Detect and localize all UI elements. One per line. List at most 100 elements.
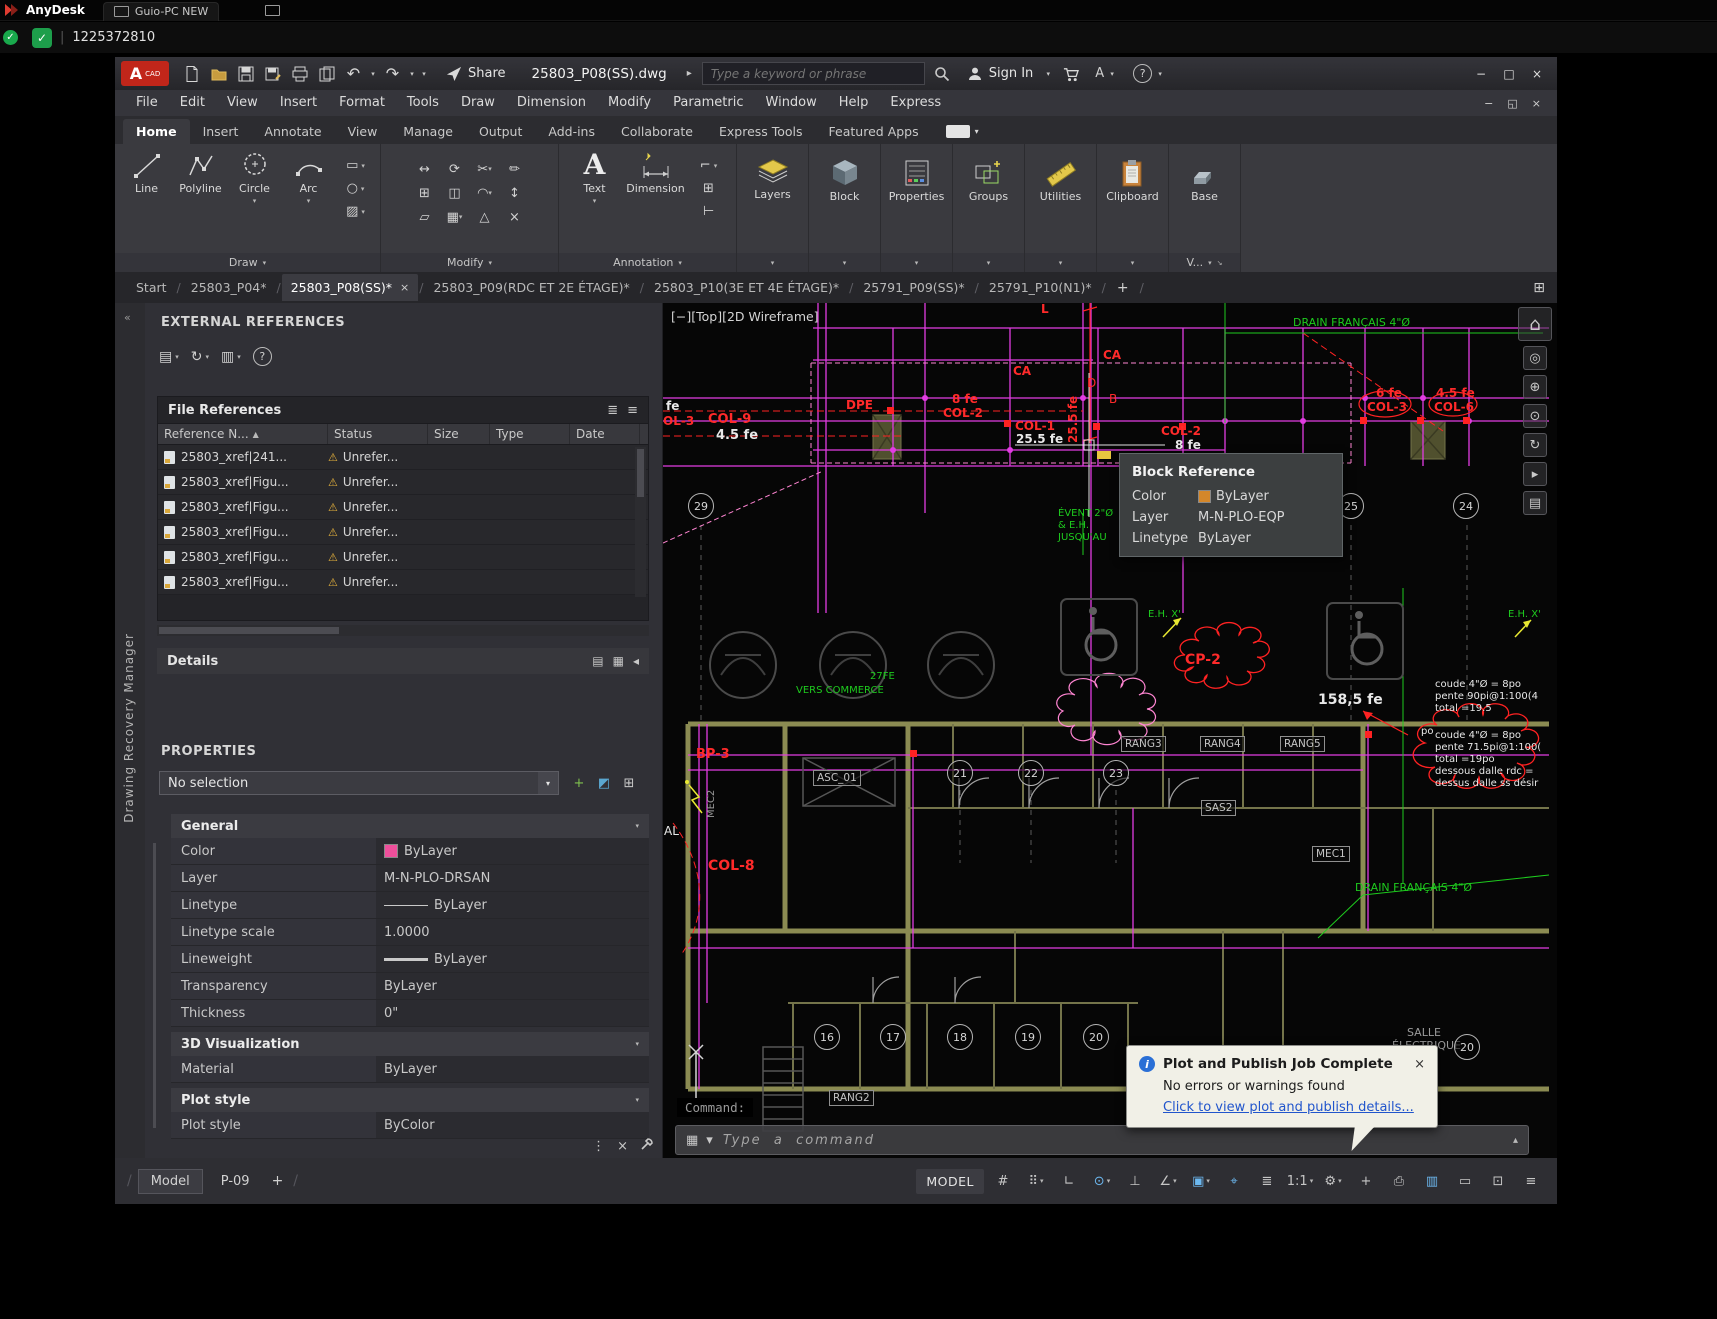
zoom-icon[interactable]: ⊙ xyxy=(1523,404,1547,428)
lineweight-icon[interactable]: ≣ xyxy=(1253,1169,1281,1193)
workspace-switching-icon[interactable]: ⚙▾ xyxy=(1319,1169,1347,1193)
infer-constraints-icon[interactable]: ∟ xyxy=(1055,1169,1083,1193)
app-store-cart-icon[interactable] xyxy=(1062,66,1079,82)
palette-grab-bar[interactable] xyxy=(153,843,156,1128)
graphics-performance-icon[interactable]: ▥ xyxy=(1418,1169,1446,1193)
details-bar[interactable]: Details ▤▦◂ xyxy=(157,648,649,674)
property-row-linetype[interactable]: LinetypeByLayer xyxy=(171,892,649,919)
xref-row[interactable]: 25803_xref|241...⚠Unrefer... xyxy=(158,445,648,470)
room-label-mec1[interactable]: MEC1 xyxy=(1312,846,1350,862)
annotation-coude-4-8po[interactable]: coude 4"Ø = 8po xyxy=(1435,680,1521,691)
new-session-icon[interactable] xyxy=(265,5,280,16)
command-history-icon[interactable]: ▴ xyxy=(1513,1135,1518,1146)
annotation-coude-4-8po[interactable]: coude 4"Ø = 8po xyxy=(1435,731,1521,742)
annotation-vent-2[interactable]: ÉVENT 2"Ø xyxy=(1058,509,1113,520)
doc-restore-button[interactable]: ◱ xyxy=(1507,97,1517,110)
line-tool[interactable]: Line xyxy=(120,150,174,195)
dimension-tool[interactable]: Dimension xyxy=(623,150,689,195)
grid-bubble-19[interactable]: 19 xyxy=(1015,1024,1041,1050)
model-tab[interactable]: Model xyxy=(138,1169,203,1194)
annotation-4-5-fe[interactable]: 4.5 fe xyxy=(1436,387,1475,400)
object-snap-icon[interactable]: ▣▾ xyxy=(1187,1169,1215,1193)
annotation-8-fe[interactable]: 8 fe xyxy=(952,393,978,406)
column-header-type[interactable]: Type xyxy=(490,424,570,444)
command-dropdown-icon[interactable]: ▾ xyxy=(706,1133,713,1148)
drawing-tab-25803-p08-ss[interactable]: 25803_P08(SS)*× xyxy=(282,274,419,301)
annotation-158-5-fe[interactable]: 158,5 fe xyxy=(1318,693,1383,708)
circle-tool[interactable]: Circle ▾ xyxy=(228,150,282,205)
annotation-col-8[interactable]: COL-8 xyxy=(708,859,755,874)
annotation-e-h-x[interactable]: E.H. X' xyxy=(1508,610,1541,621)
snap-mode-icon[interactable]: ⠿▾ xyxy=(1022,1169,1050,1193)
annotation-po[interactable]: po xyxy=(1421,727,1433,738)
xref-row[interactable]: 25803_xref|Figu...⚠Unrefer... xyxy=(158,545,648,570)
new-layout-button[interactable]: + xyxy=(268,1173,288,1189)
room-label-rang3[interactable]: RANG3 xyxy=(1121,736,1166,752)
offset-icon[interactable]: ▱ xyxy=(415,208,435,226)
annotation-dpe[interactable]: DPE xyxy=(846,399,873,412)
search-input[interactable] xyxy=(702,62,925,85)
arc-dropdown-icon[interactable]: ▾ xyxy=(307,197,311,205)
notification-link[interactable]: Click to view plot and publish details..… xyxy=(1163,1100,1425,1115)
ribbon-tab-express-tools[interactable]: Express Tools xyxy=(706,119,816,144)
annotation-jusqu-au[interactable]: JUSQU'AU xyxy=(1058,533,1107,544)
xref-row[interactable]: 25803_xref|Figu...⚠Unrefer... xyxy=(158,470,648,495)
save-icon[interactable] xyxy=(233,62,258,86)
menu-format[interactable]: Format xyxy=(328,90,396,116)
drawing-viewport[interactable]: [−][Top][2D Wireframe] L25.5 feCACADBDPE… xyxy=(663,303,1557,1158)
new-file-icon[interactable] xyxy=(179,62,204,86)
help-button[interactable]: ?▾ xyxy=(1133,64,1165,83)
menu-draw[interactable]: Draw xyxy=(450,90,506,116)
clean-screen-icon[interactable]: ⊡ xyxy=(1484,1169,1512,1193)
ribbon-tab-view[interactable]: View xyxy=(335,119,391,144)
menu-tools[interactable]: Tools xyxy=(396,90,450,116)
property-row-layer[interactable]: LayerM-N-PLO-DRSAN xyxy=(171,865,649,892)
move-icon[interactable]: ↔ xyxy=(415,160,435,178)
share-button[interactable]: Share xyxy=(445,65,506,82)
grid-bubble-24[interactable]: 24 xyxy=(1453,493,1479,519)
autocad-logo[interactable]: A CAD xyxy=(121,61,169,86)
property-row-linetype-scale[interactable]: Linetype scale1.0000 xyxy=(171,919,649,946)
annotation-col-9[interactable]: COL-9 xyxy=(708,413,751,427)
grid-bubble-16[interactable]: 16 xyxy=(814,1024,840,1050)
nav-more-icon[interactable]: ▤ xyxy=(1523,491,1547,515)
undo-icon[interactable]: ↶ xyxy=(341,62,366,86)
search-icon[interactable] xyxy=(934,66,950,82)
search-flyout-icon[interactable]: ▸ xyxy=(687,68,692,79)
grid-bubble-29[interactable]: 29 xyxy=(688,493,714,519)
menu-help[interactable]: Help xyxy=(828,90,880,116)
annotation-pente-90pi-1-100-4[interactable]: pente 90pi@1:100(4 xyxy=(1435,692,1538,703)
annotation-col-6[interactable]: COL-6 xyxy=(1434,401,1474,414)
stretch-icon[interactable]: ↕ xyxy=(505,184,525,202)
signin-button[interactable]: Sign In xyxy=(967,66,1034,82)
autodesk-app-icon[interactable]: A▾ xyxy=(1095,66,1117,81)
grid-bubble-22[interactable]: 22 xyxy=(1018,760,1044,786)
xref-row[interactable]: 25803_xref|Figu...⚠Unrefer... xyxy=(158,520,648,545)
maximize-button[interactable]: □ xyxy=(1495,62,1523,86)
xref-row[interactable]: 25803_xref|Figu...⚠Unrefer... xyxy=(158,570,648,595)
drawing-tab-25803-p09-rdc-et-2e-tage[interactable]: 25803_P09(RDC ET 2E ÉTAGE)* xyxy=(424,274,638,301)
preview-pane-icon[interactable]: ▤ xyxy=(592,654,603,668)
orbit-icon[interactable]: ↻ xyxy=(1523,433,1547,457)
mirror-icon[interactable]: ◫ xyxy=(445,184,465,202)
doc-minimize-button[interactable]: − xyxy=(1484,97,1493,110)
minimize-button[interactable]: − xyxy=(1467,62,1495,86)
room-label-rang4[interactable]: RANG4 xyxy=(1200,736,1245,752)
collapse-icon[interactable]: ◂ xyxy=(633,654,639,668)
xref-horizontal-scrollbar[interactable] xyxy=(157,625,649,636)
ortho-mode-icon[interactable]: ⊥ xyxy=(1121,1169,1149,1193)
ribbon-tab-insert[interactable]: Insert xyxy=(190,119,252,144)
annotation-bp-3[interactable]: BP-3 xyxy=(696,748,730,762)
customization-icon[interactable]: ≡ xyxy=(1517,1169,1545,1193)
leader-icon[interactable]: ⌐▾ xyxy=(700,158,717,173)
block-panel-footer[interactable]: ▾ xyxy=(809,253,880,272)
properties-panel-footer[interactable]: ▾ xyxy=(881,253,952,272)
menu-modify[interactable]: Modify xyxy=(597,90,662,116)
column-header-reference-n[interactable]: Reference N...▲ xyxy=(158,424,328,444)
rectangle-icon[interactable]: ▭▾ xyxy=(346,158,365,173)
property-row-plot-style[interactable]: Plot styleByColor xyxy=(171,1112,649,1139)
circle-dropdown-icon[interactable]: ▾ xyxy=(253,197,257,205)
plot-icon[interactable] xyxy=(287,62,312,86)
menu-file[interactable]: File xyxy=(125,90,169,116)
toggle-pickadd-icon[interactable]: + xyxy=(569,771,589,795)
